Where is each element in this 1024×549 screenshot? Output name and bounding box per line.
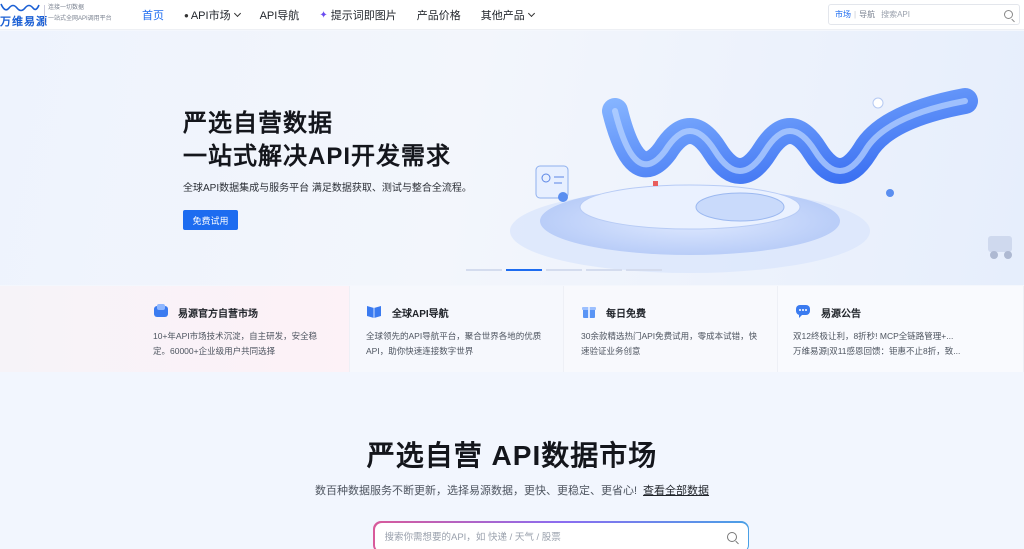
main-menu: 首页 ● API市场 API导航 ✦ 提示词即图片 产品价格 其他产品 [142,0,554,30]
book-icon [367,306,381,318]
nav-api-navigation[interactable]: API导航 [260,7,300,23]
hero-title-line2: 一站式解决API开发需求 [183,143,452,170]
announcement-list: 双12终极让利，8折秒! MCP全链路管理+... 万维易源|双11感恩回馈：钜… [793,329,983,359]
feature-desc-line: 定。60000+企业级用户共同选择 [153,346,276,356]
market-subtitle-text: 数百种数据服务不断更新，选择易源数据，更快、更稳定、更省心! [314,485,638,497]
hero-banner: 严选自营数据 一站式解决API开发需求 全球API数据集成与服务平台 满足数据获… [0,31,1024,285]
drop-icon: ● [184,10,189,20]
hero-subtitle: 全球API数据集成与服务平台 满足数据获取、测试与整合全流程。 [183,183,472,194]
chevron-down-icon [233,9,241,18]
feature-desc: 10+年API市场技术沉淀，自主研发，安全稳 定。60000+企业级用户共同选择 [153,329,333,359]
feature-title: 易源公告 [821,309,861,320]
view-all-data-link[interactable]: 查看全部数据 [643,485,709,497]
feature-title: 全球API导航 [392,309,449,320]
feature-card-api-navigation[interactable]: 全球API导航 全球领先的API导航平台，聚合世界各地的优质 API，助你快速连… [350,286,564,372]
search-category-separator: | [854,10,857,19]
feature-card-official-market[interactable]: 易源官方自营市场 10+年API市场技术沉淀，自主研发，安全稳 定。60000+… [0,286,350,372]
nav-home[interactable]: 首页 [142,7,164,23]
search-category-navigation[interactable]: 导航 [859,9,875,20]
nav-prompt-to-image-label: 提示词即图片 [330,10,397,22]
sparkle-icon: ✦ [319,9,328,21]
carousel-dot[interactable] [466,269,502,271]
carousel-dot-active[interactable] [506,269,542,271]
feature-title: 每日免费 [606,309,646,320]
hero-illustration [510,88,1012,273]
top-search-box[interactable]: 市场 | 导航 搜索API [828,4,1020,25]
top-nav: 万维易源 连接一切数据 一站式全网API调用平台 首页 ● API市场 API导航… [0,0,1024,30]
feature-desc: 全球领先的API导航平台，聚合世界各地的优质 API，助你快速连接数字世界 [366,329,556,359]
feature-title: 易源官方自营市场 [178,309,258,320]
cube-icon [154,304,168,317]
logo[interactable]: 万维易源 连接一切数据 一站式全网API调用平台 [0,2,120,28]
feature-cards: 易源官方自营市场 10+年API市场技术沉淀，自主研发，安全稳 定。60000+… [0,286,1024,372]
feature-desc-line: 速验证业务创意 [581,346,641,356]
logo-name: 万维易源 [0,16,48,28]
market-title: 严选自营 API数据市场 [366,440,658,471]
top-search-input[interactable]: 搜索API [881,9,910,20]
announcement-link[interactable]: 双12终极让利，8折秒! MCP全链路管理+... [793,329,983,344]
feature-desc-line: 10+年API市场技术沉淀，自主研发，安全稳 [153,331,318,341]
nav-api-market[interactable]: ● API市场 [184,7,241,23]
carousel-dot[interactable] [626,269,662,271]
api-market-section: 严选自营 API数据市场 数百种数据服务不断更新，选择易源数据，更快、更稳定、更… [0,372,1024,549]
market-search-box [373,521,749,549]
feature-desc-line: 全球领先的API导航平台，聚合世界各地的优质 [366,331,542,341]
nav-api-market-label: API市场 [190,10,231,22]
nav-pricing[interactable]: 产品价格 [417,7,461,23]
feature-desc-line: 30余款精选热门API免费试用，零成本试错，快 [581,331,758,341]
market-search-inner [374,522,748,549]
chat-icon [796,305,810,318]
market-subtitle: 数百种数据服务不断更新，选择易源数据，更快、更稳定、更省心! 查看全部数据 [0,482,1024,498]
logo-divider [44,5,45,25]
carousel-dot[interactable] [586,269,622,271]
logo-tagline-1: 连接一切数据 [48,5,85,11]
nav-other-products-label: 其他产品 [480,10,525,22]
search-category-market[interactable]: 市场 [835,9,851,20]
market-search-input[interactable] [384,529,705,546]
nav-other-products[interactable]: 其他产品 [480,7,535,23]
hero-title-line1: 严选自营数据 [183,110,333,137]
nav-api-navigation-label: API导航 [259,10,300,22]
feature-desc: 30余款精选热门API免费试用，零成本试错，快 速验证业务创意 [581,329,771,359]
nav-home-label: 首页 [142,10,164,22]
search-icon[interactable] [1004,10,1013,19]
free-trial-button[interactable]: 免费试用 [183,210,238,230]
nav-prompt-to-image[interactable]: ✦ 提示词即图片 [319,7,396,23]
gift-icon [582,307,596,318]
search-icon[interactable] [726,531,737,542]
logo-tagline-2: 一站式全网API调用平台 [48,16,112,22]
chevron-down-icon [527,9,535,18]
feature-card-announcements[interactable]: 易源公告 双12终极让利，8折秒! MCP全链路管理+... 万维易源|双11感… [778,286,1024,372]
feature-desc-line: API，助你快速连接数字世界 [366,346,474,356]
announcement-link[interactable]: 万维易源|双11感恩回馈：钜惠不止8折，致... [793,344,983,359]
feature-card-daily-free[interactable]: 每日免费 30余款精选热门API免费试用，零成本试错，快 速验证业务创意 [564,286,778,372]
carousel-dot[interactable] [546,269,582,271]
nav-pricing-label: 产品价格 [416,10,461,22]
carousel-indicators [466,269,666,271]
